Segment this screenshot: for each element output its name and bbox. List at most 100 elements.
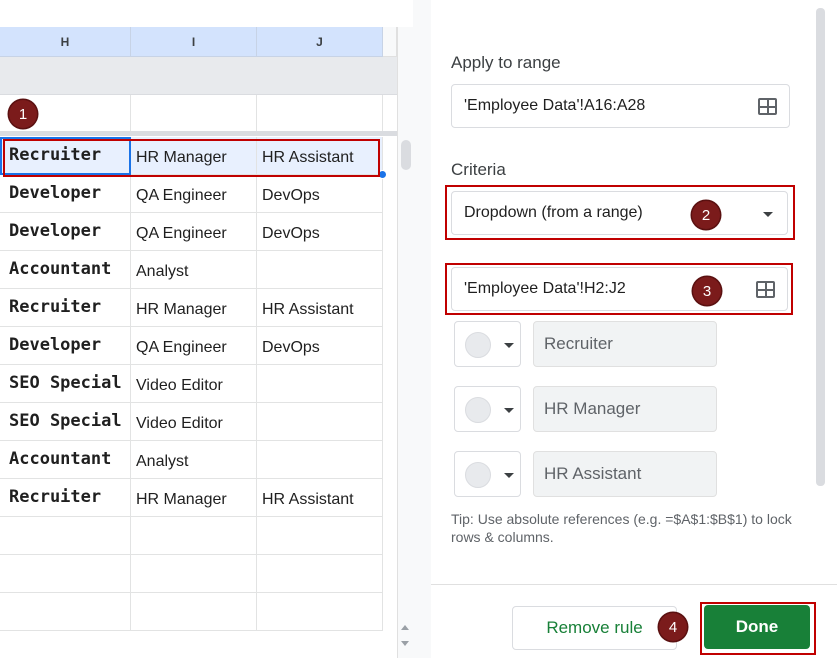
cell-j[interactable] — [257, 441, 383, 479]
done-button[interactable]: Done — [704, 605, 810, 649]
panel-scrollbar[interactable] — [816, 8, 825, 486]
empty-row — [0, 95, 397, 133]
freeze-divider[interactable] — [0, 131, 397, 136]
cell[interactable] — [0, 517, 131, 555]
option-color-picker[interactable] — [454, 451, 521, 497]
criteria-label: Criteria — [451, 160, 506, 179]
column-header-i[interactable]: I — [131, 27, 257, 57]
table-row: Developer QA Engineer DevOps — [0, 327, 397, 365]
table-row — [0, 555, 397, 593]
criteria-value: Dropdown (from a range) — [464, 204, 643, 221]
cell-i[interactable]: QA Engineer — [131, 327, 257, 365]
cell-h[interactable]: Developer — [0, 213, 131, 251]
selection-fill-handle[interactable] — [378, 170, 387, 179]
scroll-up-icon[interactable] — [401, 625, 409, 630]
apply-range-input[interactable]: 'Employee Data'!A16:A28 — [451, 84, 790, 128]
table-row: Developer QA Engineer DevOps — [0, 213, 397, 251]
option-color-picker[interactable] — [454, 386, 521, 432]
dropdown-option-row: HR Assistant — [454, 451, 717, 497]
color-swatch-icon — [465, 397, 491, 423]
step-badge-3: 3 — [693, 277, 721, 305]
table-row: Recruiter HR Manager HR Assistant — [0, 289, 397, 327]
table-row: Recruiter HR Manager HR Assistant — [0, 479, 397, 517]
cell-i[interactable]: Analyst — [131, 441, 257, 479]
frozen-header-row — [0, 57, 397, 95]
table-row: Recruiter HR Manager HR Assistant — [0, 137, 397, 175]
cell-j[interactable] — [257, 365, 383, 403]
column-header-blank — [383, 27, 397, 57]
cell[interactable] — [257, 517, 383, 555]
remove-rule-button[interactable]: Remove rule — [512, 606, 677, 650]
step-badge-2: 2 — [692, 201, 720, 229]
cell-j[interactable]: HR Assistant — [257, 289, 383, 327]
footer-divider — [431, 584, 837, 585]
cell-i[interactable]: Video Editor — [131, 403, 257, 441]
apply-range-value: 'Employee Data'!A16:A28 — [464, 97, 646, 114]
chevron-down-icon — [504, 343, 514, 348]
table-row: SEO Special Video Editor — [0, 365, 397, 403]
chevron-down-icon — [763, 212, 773, 217]
column-header-h[interactable]: H — [0, 27, 131, 57]
cell-i[interactable]: QA Engineer — [131, 175, 257, 213]
cell-h[interactable]: Developer — [0, 175, 131, 213]
criteria-dropdown[interactable]: Dropdown (from a range) — [451, 191, 788, 235]
cell[interactable] — [257, 593, 383, 631]
color-swatch-icon — [465, 462, 491, 488]
source-range-value: 'Employee Data'!H2:J2 — [464, 280, 626, 297]
apply-to-range-label: Apply to range — [451, 53, 561, 72]
select-range-icon[interactable] — [758, 98, 777, 115]
cell-i[interactable]: QA Engineer — [131, 213, 257, 251]
cell[interactable] — [131, 593, 257, 631]
option-value-field[interactable]: HR Manager — [533, 386, 717, 432]
option-color-picker[interactable] — [454, 321, 521, 367]
cell-j[interactable]: DevOps — [257, 327, 383, 365]
table-row: Accountant Analyst — [0, 441, 397, 479]
cell[interactable] — [257, 555, 383, 593]
select-range-icon[interactable] — [756, 281, 775, 298]
table-row: SEO Special Video Editor — [0, 403, 397, 441]
cell-h[interactable]: Developer — [0, 327, 131, 365]
sheet-scrollbar[interactable] — [397, 27, 413, 658]
cell[interactable] — [0, 593, 131, 631]
source-range-input[interactable]: 'Employee Data'!H2:J2 — [451, 267, 788, 311]
dropdown-option-row: Recruiter — [454, 321, 717, 367]
column-header-bar: H I J — [0, 27, 397, 57]
option-value-field[interactable]: Recruiter — [533, 321, 717, 367]
cell-i[interactable]: HR Manager — [131, 289, 257, 327]
cell[interactable] — [131, 555, 257, 593]
cell-h[interactable]: Accountant — [0, 441, 131, 479]
sheet-scroll-thumb[interactable] — [401, 140, 411, 170]
cell-j[interactable]: HR Assistant — [257, 479, 383, 517]
cell-i[interactable]: HR Manager — [131, 137, 257, 175]
step-badge-1: 1 — [9, 100, 37, 128]
cell-i[interactable]: Video Editor — [131, 365, 257, 403]
scroll-down-icon[interactable] — [401, 641, 409, 646]
cell-j[interactable] — [257, 251, 383, 289]
table-row — [0, 593, 397, 631]
column-header-j[interactable]: J — [257, 27, 383, 57]
color-swatch-icon — [465, 332, 491, 358]
cell-h[interactable]: Accountant — [0, 251, 131, 289]
tip-text: Tip: Use absolute references (e.g. =$A$1… — [451, 511, 792, 545]
cell-j[interactable] — [257, 403, 383, 441]
chevron-down-icon — [504, 473, 514, 478]
option-value-field[interactable]: HR Assistant — [533, 451, 717, 497]
cell-j[interactable]: HR Assistant — [257, 137, 383, 175]
data-rows: Recruiter HR Manager HR Assistant Develo… — [0, 137, 397, 631]
cell-h[interactable]: SEO Special — [0, 365, 131, 403]
cell-j[interactable]: DevOps — [257, 175, 383, 213]
cell[interactable] — [131, 95, 257, 133]
cell-i[interactable]: Analyst — [131, 251, 257, 289]
cell-j[interactable]: DevOps — [257, 213, 383, 251]
cell-h[interactable]: SEO Special — [0, 403, 131, 441]
cell[interactable] — [0, 555, 131, 593]
table-row — [0, 517, 397, 555]
step-badge-4: 4 — [659, 613, 687, 641]
table-row: Developer QA Engineer DevOps — [0, 175, 397, 213]
cell[interactable] — [131, 517, 257, 555]
cell[interactable] — [257, 95, 383, 133]
cell-h[interactable]: Recruiter — [0, 289, 131, 327]
cell-h[interactable]: Recruiter — [0, 479, 131, 517]
cell-h[interactable]: Recruiter — [0, 137, 131, 175]
cell-i[interactable]: HR Manager — [131, 479, 257, 517]
